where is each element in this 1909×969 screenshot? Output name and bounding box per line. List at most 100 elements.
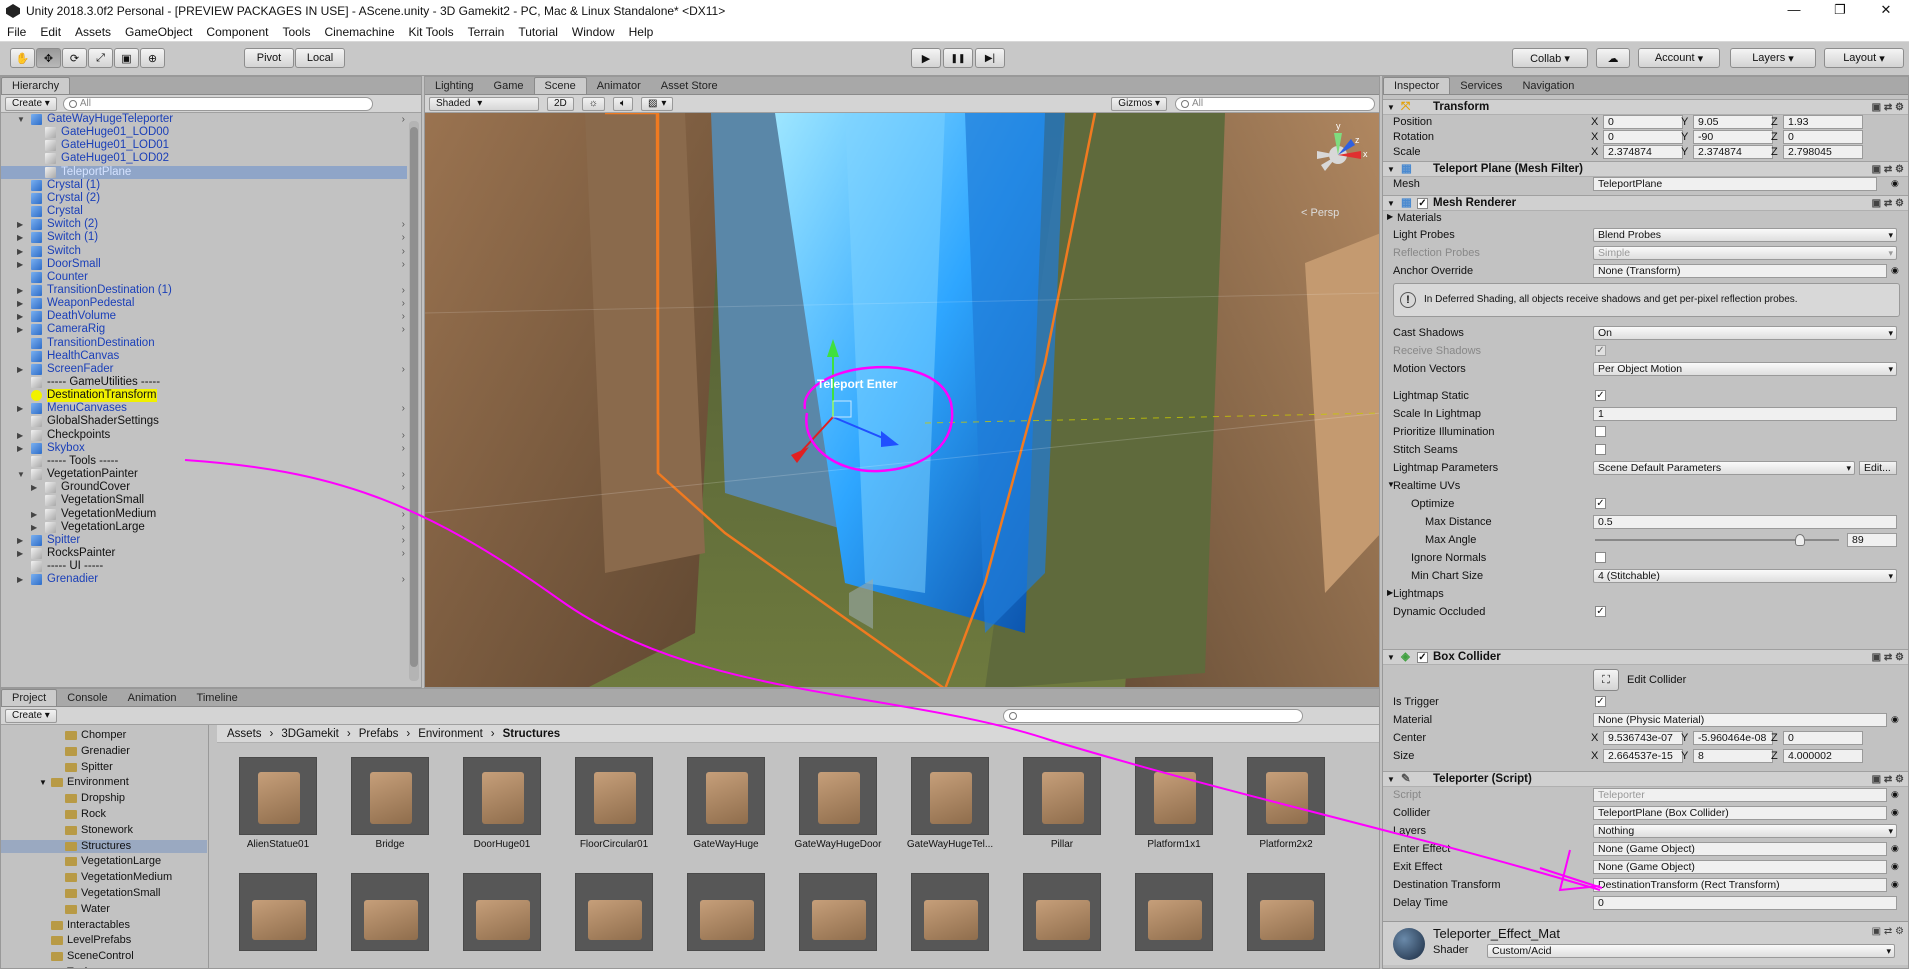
foldout-arrow-icon[interactable]: ▶ [31, 481, 41, 494]
foldout-arrow-icon[interactable]: ▶ [17, 310, 27, 323]
asset-item[interactable]: GateWayHuge [687, 757, 765, 855]
asset-item[interactable] [1135, 873, 1213, 968]
breadcrumb-item[interactable]: Environment [418, 728, 483, 740]
position-z-field[interactable]: 1.93 [1783, 115, 1863, 129]
tab-animator[interactable]: Animator [587, 77, 651, 94]
hierarchy-item[interactable]: GateHuge01_LOD02 [1, 152, 407, 165]
account-dropdown[interactable]: Account ▾ [1638, 48, 1720, 68]
size-z-field[interactable]: 4.000002 [1783, 749, 1863, 763]
component-menu-icons[interactable]: ▣ ⇄ ⚙ [1872, 650, 1904, 665]
hierarchy-item[interactable]: ▶ MenuCanvases › [1, 402, 407, 415]
project-folder-item[interactable]: Grenadier [1, 745, 207, 758]
hierarchy-item[interactable]: Counter [1, 271, 407, 284]
collider-field[interactable]: TeleportPlane (Box Collider) [1593, 806, 1887, 820]
foldout-arrow-icon[interactable]: ▶ [17, 429, 27, 442]
project-folder-item[interactable]: Rock [1, 808, 207, 821]
max-distance-field[interactable]: 0.5 [1593, 515, 1897, 529]
material-menu-icons[interactable]: ▣ ⇄ ⚙ [1872, 926, 1904, 937]
object-picker-icon[interactable]: ◉ [1891, 789, 1899, 800]
component-menu-icons[interactable]: ▣ ⇄ ⚙ [1872, 196, 1904, 211]
hierarchy-item[interactable]: ▶ VegetationLarge › [1, 521, 407, 534]
effects-dropdown[interactable]: ▨ ▾ [640, 96, 674, 111]
hierarchy-item[interactable]: ▶ Spitter › [1, 534, 407, 547]
meshrenderer-header[interactable]: ▼ ▦ ✓ Mesh Renderer ▣ ⇄ ⚙ [1383, 195, 1908, 211]
object-picker-icon[interactable]: ◉ [1891, 714, 1899, 725]
hierarchy-item[interactable]: GlobalShaderSettings [1, 415, 407, 428]
project-folder-item[interactable]: Stonework [1, 824, 207, 837]
layout-dropdown[interactable]: Layout ▾ [1824, 48, 1904, 68]
asset-item[interactable]: GateWayHugeDoor [795, 757, 881, 855]
foldout-arrow-icon[interactable]: ▶ [17, 245, 27, 258]
hierarchy-item[interactable]: GateHuge01_LOD00 [1, 126, 407, 139]
minimize-button[interactable]: — [1771, 0, 1817, 22]
foldout-arrow-icon[interactable]: ▶ [17, 258, 27, 271]
hierarchy-scrollbar[interactable] [409, 121, 419, 681]
asset-item[interactable]: Platform1x1 [1135, 757, 1213, 855]
object-picker-icon[interactable]: ◉ [1891, 843, 1899, 854]
foldout-arrow-icon[interactable]: ▶ [31, 521, 41, 534]
hierarchy-item[interactable]: GateHuge01_LOD01 [1, 139, 407, 152]
play-button[interactable]: ▶ [911, 48, 941, 68]
hierarchy-item[interactable]: TeleportPlane [1, 165, 407, 179]
is-trigger-checkbox[interactable]: ✓ [1595, 696, 1606, 707]
delay-time-field[interactable]: 0 [1593, 896, 1897, 910]
foldout-arrow-icon[interactable]: ▶ [17, 363, 27, 376]
rotation-x-field[interactable]: 0 [1603, 130, 1683, 144]
project-folder-item[interactable]: VegetationLarge [1, 855, 207, 868]
foldout-arrow-icon[interactable]: ▶ [17, 231, 27, 244]
transform-tool-button[interactable]: ⊕ [140, 48, 165, 68]
receive-shadows-checkbox[interactable]: ✓ [1595, 345, 1606, 356]
foldout-arrow-icon[interactable]: ▼ [17, 468, 27, 481]
foldout-arrow-icon[interactable]: ▶ [17, 402, 27, 415]
foldout-arrow-icon[interactable]: ▶ [17, 547, 27, 560]
asset-item[interactable] [351, 873, 429, 968]
foldout-arrow-icon[interactable]: ▶ [17, 573, 27, 586]
layers-dropdown[interactable]: Layers ▾ [1730, 48, 1816, 68]
project-folder-item[interactable]: Structures [1, 839, 207, 853]
edit-collider-button[interactable]: ⛶ [1593, 669, 1619, 691]
menu-item-window[interactable]: Window [565, 25, 622, 39]
enter-effect-field[interactable]: None (Game Object) [1593, 842, 1887, 856]
hierarchy-item[interactable]: TransitionDestination [1, 337, 407, 350]
asset-item[interactable] [687, 873, 765, 968]
breadcrumb-item[interactable]: Structures [503, 728, 561, 740]
foldout-arrow-icon[interactable]: ▶ [17, 297, 27, 310]
foldout-arrow-icon[interactable]: ▶ [17, 534, 27, 547]
menu-item-terrain[interactable]: Terrain [461, 25, 512, 39]
scale-in-lightmap-field[interactable]: 1 [1593, 407, 1897, 421]
tab-scene[interactable]: Scene [533, 77, 587, 94]
optimize-checkbox[interactable]: ✓ [1595, 498, 1606, 509]
asset-item[interactable]: Pillar [1023, 757, 1101, 855]
tab-inspector[interactable]: Inspector [1383, 77, 1451, 94]
teleporter-header[interactable]: ▼ ✎ Teleporter (Script) ▣ ⇄ ⚙ [1383, 771, 1908, 787]
rotate-tool-button[interactable]: ⟳ [62, 48, 87, 68]
project-folder-item[interactable]: SceneControl [1, 950, 207, 963]
cloud-button[interactable]: ☁ [1596, 48, 1630, 68]
asset-item[interactable] [239, 873, 317, 968]
asset-item[interactable] [575, 873, 653, 968]
object-picker-icon[interactable]: ◉ [1891, 807, 1899, 818]
size-x-field[interactable]: 2.664537e-15 [1603, 749, 1683, 763]
object-picker-icon[interactable]: ◉ [1891, 265, 1899, 276]
persp-label[interactable]: < Persp [1301, 207, 1339, 219]
tab-game[interactable]: Game [484, 77, 534, 94]
component-menu-icons[interactable]: ▣ ⇄ ⚙ [1872, 772, 1904, 787]
menu-item-component[interactable]: Component [199, 25, 275, 39]
motion-vectors-dropdown[interactable]: Per Object Motion [1593, 362, 1897, 376]
hierarchy-item[interactable]: ▶ Switch (2) › [1, 218, 407, 231]
tab-services[interactable]: Services [1450, 77, 1512, 94]
maximize-button[interactable]: ❐ [1817, 0, 1863, 22]
hierarchy-item[interactable]: DestinationTransform [1, 389, 407, 403]
object-picker-icon[interactable]: ◉ [1891, 861, 1899, 872]
hand-tool-button[interactable]: ✋ [10, 48, 35, 68]
2d-toggle[interactable]: 2D [547, 96, 574, 111]
hierarchy-search-input[interactable]: All [62, 96, 373, 111]
menu-item-cinemachine[interactable]: Cinemachine [317, 25, 401, 39]
scale-z-field[interactable]: 2.798045 [1783, 145, 1863, 159]
menu-item-tutorial[interactable]: Tutorial [511, 25, 565, 39]
asset-item[interactable]: FloorCircular01 [575, 757, 653, 855]
project-create-button[interactable]: Create ▾ [5, 708, 57, 723]
hierarchy-item[interactable]: ▶ GroundCover › [1, 481, 407, 494]
hierarchy-item[interactable]: ▶ DeathVolume › [1, 310, 407, 323]
gizmos-dropdown[interactable]: Gizmos ▾ [1111, 96, 1167, 111]
